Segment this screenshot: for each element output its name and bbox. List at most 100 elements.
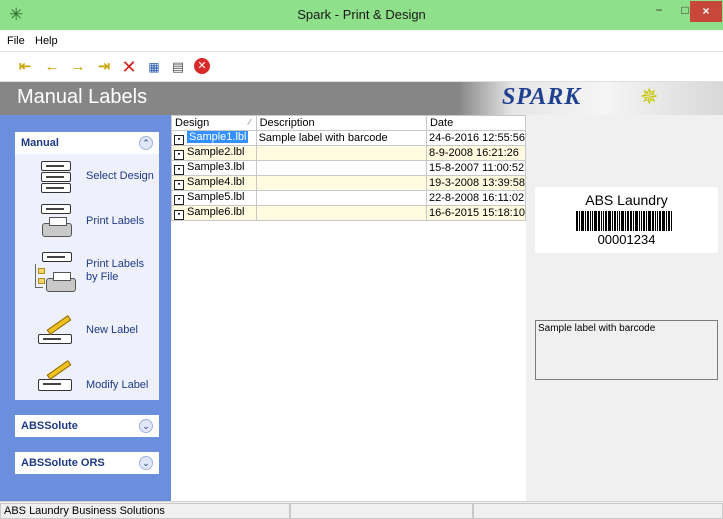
- label-preview-title: ABS Laundry: [585, 192, 668, 208]
- group-manual: Manual ⌃ Select Design Print Labels Prin…: [15, 132, 159, 400]
- stop-icon[interactable]: ✕: [194, 58, 210, 74]
- design-name: Sample1.lbl: [187, 131, 249, 143]
- column-header-design[interactable]: Design ∕: [171, 115, 257, 131]
- task-panel: Manual ⌃ Select Design Print Labels Prin…: [0, 115, 171, 501]
- group-abssolute-title: ABSSolute: [21, 420, 78, 432]
- date-cell[interactable]: 16-6-2015 15:18:10: [425, 205, 527, 221]
- group-abssolute: ABSSolute ⌄: [15, 415, 159, 437]
- design-name: Sample6.lbl: [187, 206, 245, 218]
- banner-artwork: [460, 82, 723, 115]
- column-header-date[interactable]: Date: [425, 115, 527, 131]
- close-button[interactable]: ×: [690, 1, 722, 22]
- task-print-labels[interactable]: Print Labels: [15, 202, 159, 244]
- column-header-label: Design: [175, 117, 210, 129]
- first-record-icon[interactable]: ⇤: [15, 57, 35, 77]
- design-cell[interactable]: ▪ Sample4.lbl: [171, 175, 257, 191]
- design-cell[interactable]: ▪ Sample6.lbl: [171, 205, 257, 221]
- page-title: Manual Labels: [17, 86, 148, 108]
- table-row[interactable]: ▪ Sample4.lbl 19-3-2008 13:39:58: [171, 175, 527, 191]
- page-banner: Manual Labels SPARK ✵: [0, 82, 723, 115]
- date-cell[interactable]: 15-8-2007 11:00:52: [425, 160, 527, 176]
- task-label: New Label: [86, 324, 138, 336]
- date-cell[interactable]: 8-9-2008 16:21:26: [425, 145, 527, 161]
- design-name: Sample5.lbl: [187, 191, 245, 203]
- menu-bar: File Help: [0, 30, 723, 52]
- description-cell[interactable]: [255, 190, 427, 206]
- description-cell[interactable]: [255, 205, 427, 221]
- task-label: Modify Label: [86, 379, 149, 391]
- new-label-icon: [38, 314, 74, 348]
- label-description-box: Sample label with barcode: [535, 320, 718, 380]
- table-row[interactable]: ▪ Sample5.lbl 22-8-2008 16:11:02: [171, 190, 527, 206]
- logo-swirl-icon: ✵: [640, 84, 659, 109]
- expand-icon[interactable]: ⌄: [139, 456, 153, 470]
- group-abssolute-ors: ABSSolute ORS ⌄: [15, 452, 159, 474]
- label-preview-pane: ABS Laundry 00001234 Sample label with b…: [526, 115, 723, 501]
- title-bar: ✳ Spark - Print & Design − □ ×: [0, 0, 723, 30]
- table-row[interactable]: ▪ Sample2.lbl 8-9-2008 16:21:26: [171, 145, 527, 161]
- spark-logo: SPARK: [502, 84, 582, 110]
- date-cell[interactable]: 24-6-2016 12:55:56: [425, 130, 527, 146]
- task-select-design[interactable]: Select Design: [15, 157, 159, 197]
- label-file-icon: ▪: [174, 135, 184, 145]
- group-abssolute-ors-header[interactable]: ABSSolute ORS ⌄: [15, 452, 159, 474]
- design-name: Sample3.lbl: [187, 161, 245, 173]
- task-label: Print Labels: [86, 215, 145, 227]
- label-file-icon: ▪: [174, 180, 184, 190]
- minimize-button[interactable]: −: [646, 0, 672, 22]
- next-record-icon[interactable]: →: [68, 57, 88, 77]
- rename-icon[interactable]: ▦: [144, 57, 164, 77]
- task-label: Print Labels by File: [86, 258, 145, 283]
- status-panel-3: [473, 503, 723, 519]
- status-panel-2: [290, 503, 473, 519]
- group-abssolute-header[interactable]: ABSSolute ⌄: [15, 415, 159, 437]
- label-file-icon: ▪: [174, 195, 184, 205]
- label-grid-area: Design ∕ Description Date ▪ Sample1.lbl Sa…: [171, 115, 527, 501]
- description-cell[interactable]: [255, 145, 427, 161]
- design-name: Sample4.lbl: [187, 176, 245, 188]
- description-cell[interactable]: [255, 160, 427, 176]
- delete-icon[interactable]: ✕: [119, 57, 139, 77]
- column-header-description[interactable]: Description: [255, 115, 427, 131]
- label-file-icon: ▪: [174, 165, 184, 175]
- table-row[interactable]: ▪ Sample3.lbl 15-8-2007 11:00:52: [171, 160, 527, 176]
- table-row[interactable]: ▪ Sample1.lbl Sample label with barcode 2…: [171, 130, 527, 146]
- barcode-icon: [576, 211, 680, 231]
- copy-icon[interactable]: ▤: [168, 57, 188, 77]
- design-cell[interactable]: ▪ Sample1.lbl: [171, 130, 257, 146]
- collapse-icon[interactable]: ⌃: [139, 136, 153, 150]
- label-file-icon: ▪: [174, 210, 184, 220]
- description-cell[interactable]: [255, 175, 427, 191]
- table-row[interactable]: ▪ Sample6.lbl 16-6-2015 15:18:10: [171, 205, 527, 221]
- design-cell[interactable]: ▪ Sample3.lbl: [171, 160, 257, 176]
- select-design-icon: [38, 159, 74, 193]
- task-modify-label[interactable]: Modify Label: [15, 359, 159, 397]
- group-abssolute-ors-title: ABSSolute ORS: [21, 457, 105, 469]
- label-file-icon: ▪: [174, 150, 184, 160]
- modify-label-icon: [38, 359, 74, 393]
- print-labels-by-file-icon: [35, 252, 76, 296]
- menu-help[interactable]: Help: [35, 35, 58, 47]
- menu-file[interactable]: File: [7, 35, 25, 47]
- sort-icon: ∕: [249, 117, 251, 127]
- description-cell[interactable]: Sample label with barcode: [255, 130, 427, 146]
- date-cell[interactable]: 19-3-2008 13:39:58: [425, 175, 527, 191]
- group-manual-title: Manual: [21, 137, 59, 149]
- group-manual-header[interactable]: Manual ⌃: [15, 132, 159, 154]
- design-cell[interactable]: ▪ Sample5.lbl: [171, 190, 257, 206]
- design-name: Sample2.lbl: [187, 146, 245, 158]
- expand-icon[interactable]: ⌄: [139, 419, 153, 433]
- task-new-label[interactable]: New Label: [15, 314, 159, 350]
- design-cell[interactable]: ▪ Sample2.lbl: [171, 145, 257, 161]
- last-record-icon[interactable]: ⇥: [94, 57, 114, 77]
- task-print-labels-by-file[interactable]: Print Labels by File: [15, 250, 159, 300]
- previous-record-icon[interactable]: ←: [42, 57, 62, 77]
- label-preview-code: 00001234: [597, 232, 656, 247]
- date-cell[interactable]: 22-8-2008 16:11:02: [425, 190, 527, 206]
- window-title: Spark - Print & Design: [297, 7, 426, 22]
- status-text: ABS Laundry Business Solutions: [0, 503, 290, 519]
- label-preview: ABS Laundry 00001234: [535, 187, 718, 253]
- toolbar: ⇤ ← → ⇥ ✕ ▦ ▤ ✕: [0, 52, 723, 82]
- print-labels-icon: [38, 204, 74, 238]
- status-bar: ABS Laundry Business Solutions: [0, 501, 723, 519]
